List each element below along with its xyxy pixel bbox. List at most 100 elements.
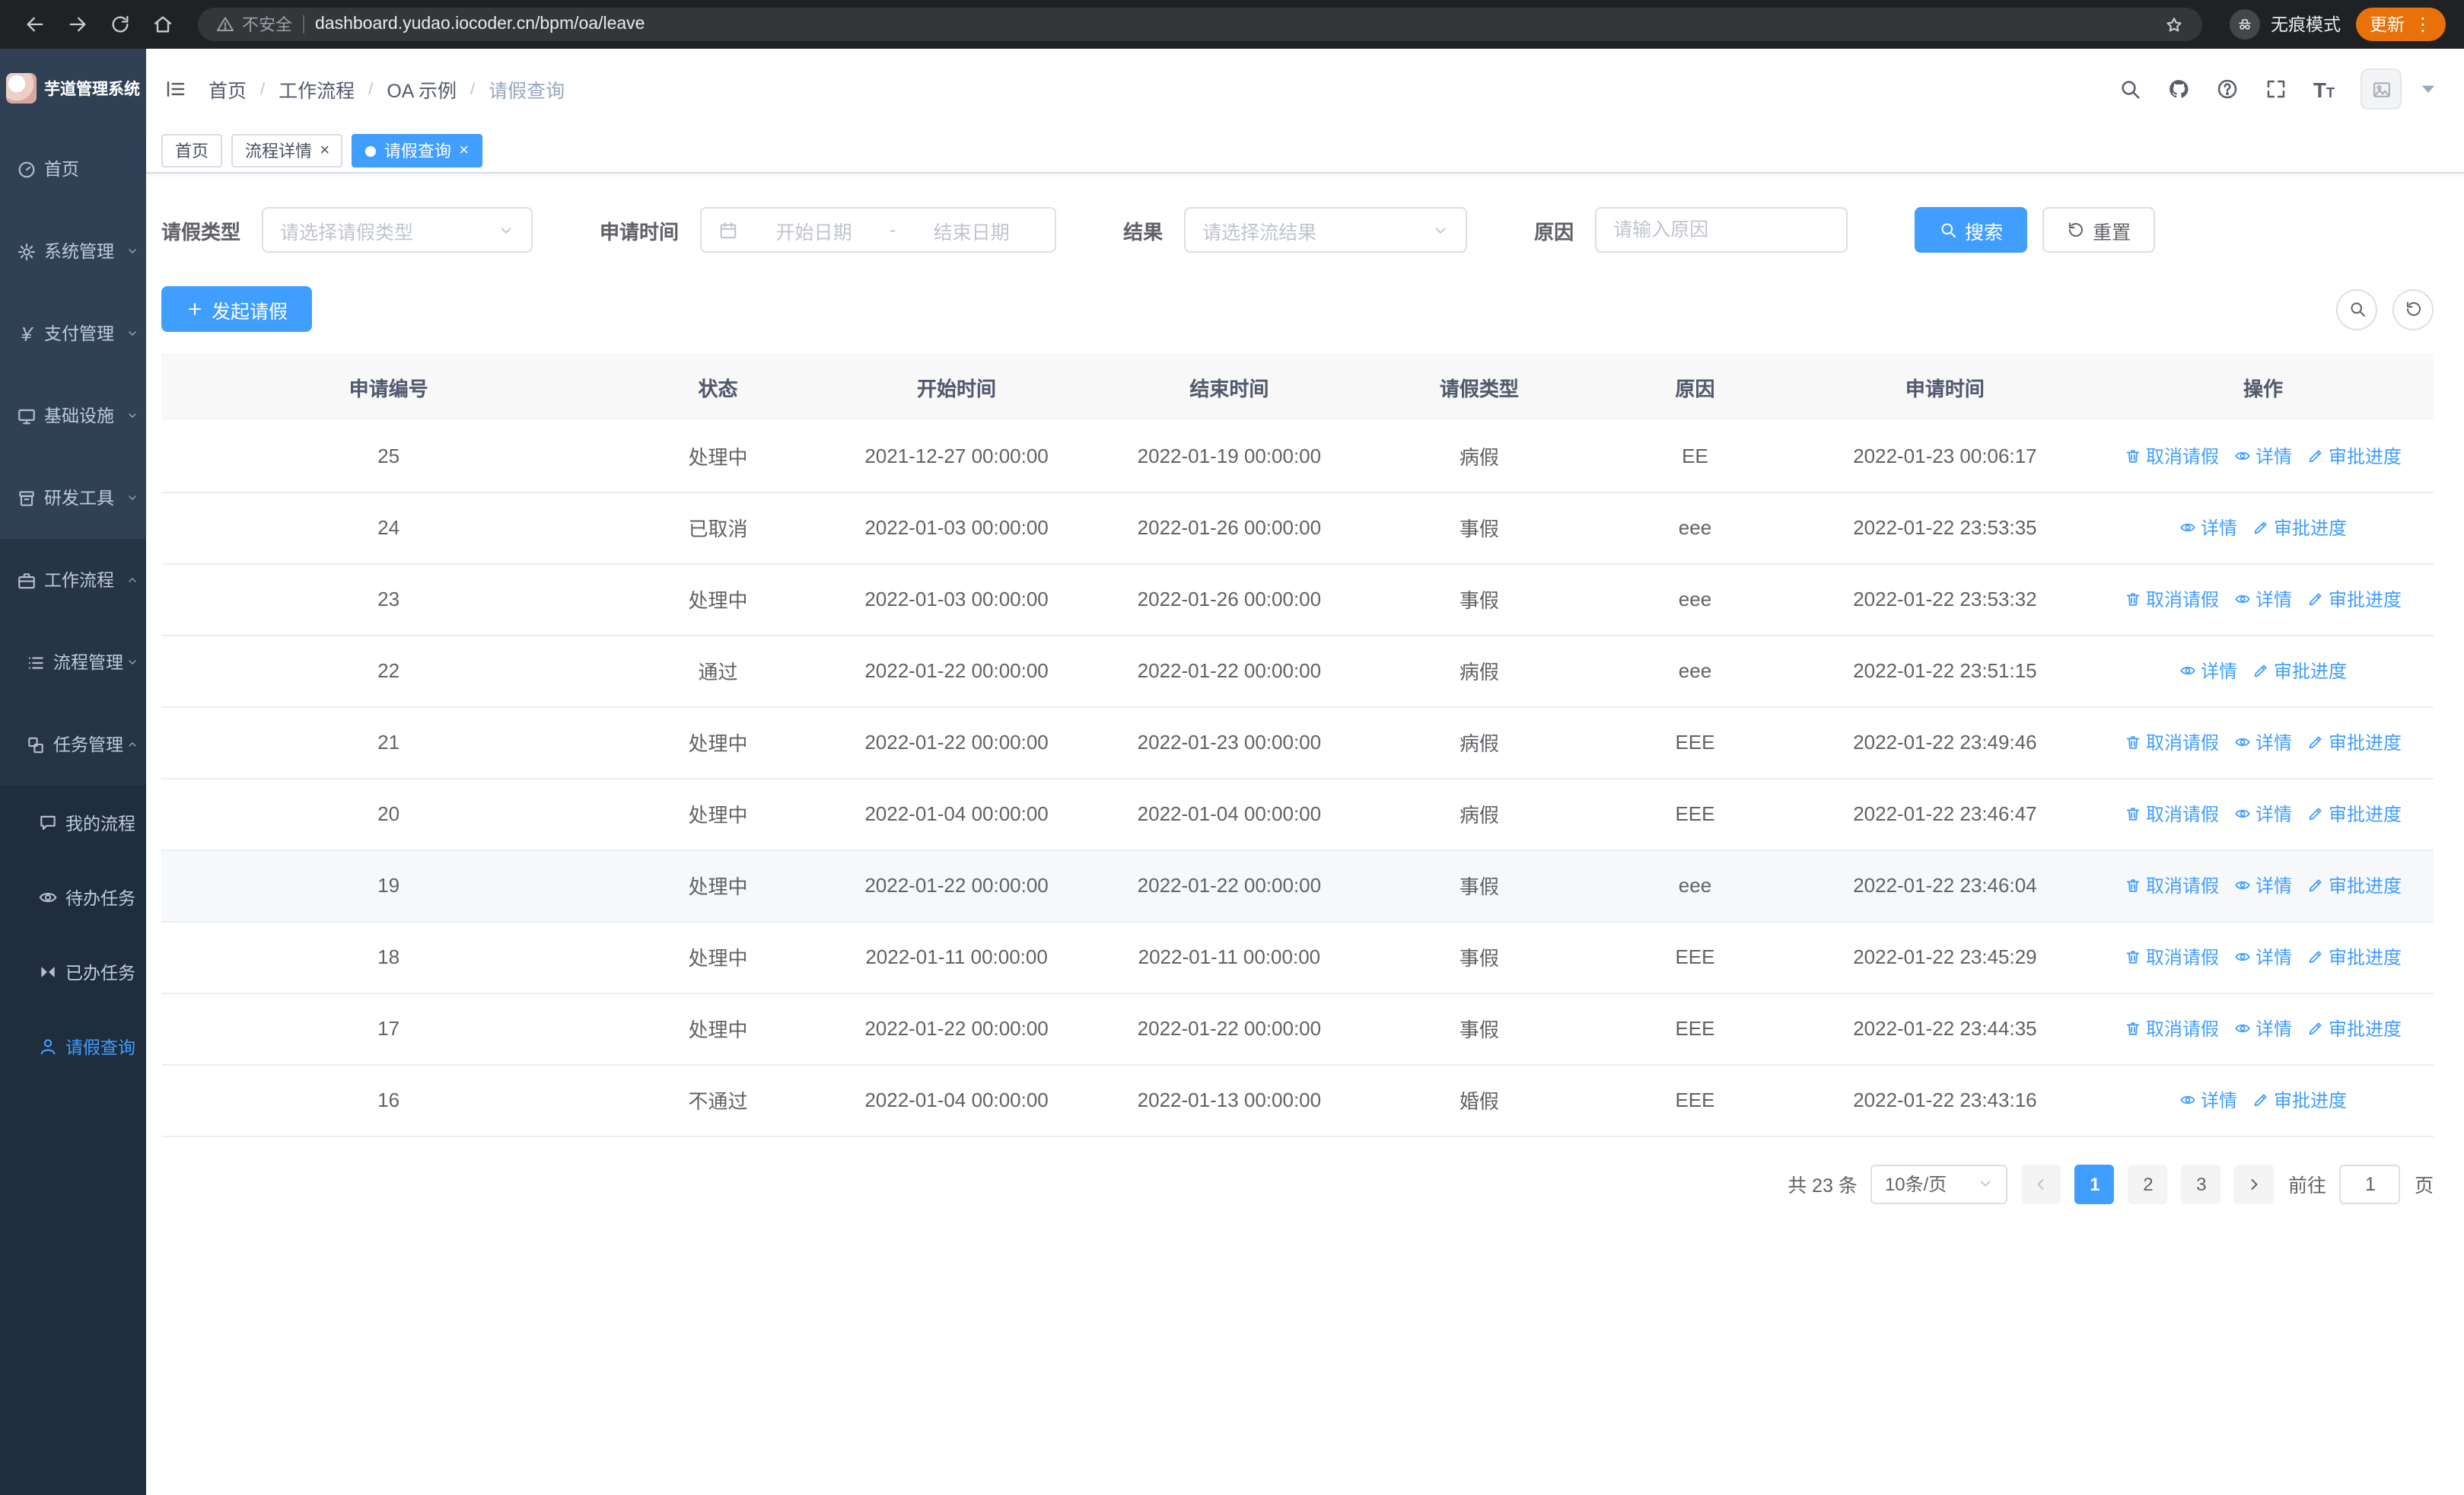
detail-link[interactable]: 详情 [2179, 515, 2237, 540]
sidebar-item-devtools[interactable]: 研发工具 [0, 457, 146, 539]
detail-link[interactable]: 详情 [2179, 658, 2237, 684]
reset-button[interactable]: 重置 [2042, 207, 2156, 253]
cancel-leave-link[interactable]: 取消请假 [2125, 586, 2219, 612]
page-size-select[interactable]: 10条/页 [1870, 1164, 2008, 1203]
sidebar-item-process-mgmt[interactable]: 流程管理 [0, 621, 146, 703]
detail-link[interactable]: 详情 [2234, 1015, 2292, 1041]
help-icon[interactable] [2216, 78, 2239, 100]
breadcrumb-workflow[interactable]: 工作流程 [279, 75, 355, 104]
breadcrumb-oa-example[interactable]: OA 示例 [387, 75, 457, 104]
action-label: 审批进度 [2329, 947, 2402, 968]
tab-leave-query[interactable]: 请假查询 × [352, 134, 482, 167]
cell-apply: 2022-01-22 23:44:35 [1797, 993, 2093, 1065]
browser-reload-button[interactable] [100, 5, 140, 44]
approval-progress-link[interactable]: 审批进度 [2252, 658, 2347, 684]
approval-progress-link[interactable]: 审批进度 [2307, 729, 2402, 755]
approval-progress-link[interactable]: 审批进度 [2307, 443, 2402, 469]
user-avatar[interactable] [2361, 69, 2402, 110]
page-button-3[interactable]: 3 [2181, 1164, 2221, 1203]
create-leave-button[interactable]: 发起请假 [161, 286, 313, 332]
edit-icon [2252, 662, 2269, 679]
sidebar-item-todo-tasks[interactable]: 待办任务 [0, 860, 146, 935]
edit-icon [2307, 448, 2324, 464]
refresh-table-button[interactable] [2392, 288, 2434, 330]
detail-link[interactable]: 详情 [2234, 729, 2292, 755]
cancel-leave-link[interactable]: 取消请假 [2125, 443, 2219, 469]
page-button-1[interactable]: 1 [2074, 1164, 2115, 1203]
sidebar-item-payment[interactable]: ¥ 支付管理 [0, 292, 146, 375]
sidebar-item-infrastructure[interactable]: 基础设施 [0, 375, 146, 457]
sidebar-item-done-tasks[interactable]: 已办任务 [0, 935, 146, 1009]
eye-icon [38, 888, 58, 907]
detail-link[interactable]: 详情 [2234, 801, 2292, 827]
search-button[interactable]: 搜索 [1915, 207, 2028, 253]
result-select[interactable]: 请选择流结果 [1184, 207, 1468, 253]
sidebar-item-leave-query[interactable]: 请假查询 [0, 1009, 146, 1084]
cell-end: 2022-01-23 00:00:00 [1093, 706, 1366, 779]
github-icon[interactable] [2167, 78, 2190, 100]
app-logo[interactable]: 芋道管理系统 [0, 49, 146, 128]
sidebar-item-system[interactable]: 系统管理 [0, 210, 146, 292]
leave-type-select[interactable]: 请选择请假类型 [262, 207, 533, 253]
detail-link[interactable]: 详情 [2234, 944, 2292, 970]
approval-progress-link[interactable]: 审批进度 [2307, 586, 2402, 612]
cell-type: 事假 [1365, 921, 1593, 993]
detail-link[interactable]: 详情 [2234, 872, 2292, 898]
detail-link[interactable]: 详情 [2179, 1087, 2237, 1113]
tab-close-icon[interactable]: × [320, 142, 329, 159]
header-search-icon[interactable] [2119, 78, 2141, 100]
sidebar-toggle[interactable] [164, 78, 187, 100]
trash-icon [2125, 1020, 2141, 1037]
action-label: 详情 [2255, 804, 2292, 825]
browser-forward-button[interactable] [58, 5, 97, 44]
browser-menu-dots-icon[interactable]: ⋮ [2414, 14, 2432, 35]
sidebar-item-task-mgmt[interactable]: 任务管理 [0, 703, 146, 786]
breadcrumb-home[interactable]: 首页 [209, 75, 247, 104]
detail-link[interactable]: 详情 [2234, 443, 2292, 469]
toggle-search-button[interactable] [2336, 288, 2377, 330]
tab-close-icon[interactable]: × [459, 142, 469, 159]
reason-input[interactable] [1595, 207, 1848, 253]
avatar-caret-icon[interactable] [2417, 78, 2440, 100]
browser-home-button[interactable] [143, 5, 183, 44]
fullscreen-icon[interactable] [2265, 78, 2287, 100]
sidebar-item-workflow[interactable]: 工作流程 [0, 539, 146, 621]
sidebar-item-my-process[interactable]: 我的流程 [0, 786, 146, 860]
table-row: 21 处理中 2022-01-22 00:00:00 2022-01-23 00:00… [161, 706, 2434, 779]
security-status[interactable]: 不安全 [216, 12, 292, 37]
approval-progress-link[interactable]: 审批进度 [2252, 1087, 2347, 1113]
cell-reason: eee [1593, 850, 1797, 922]
cancel-leave-link[interactable]: 取消请假 [2125, 1015, 2219, 1041]
approval-progress-link[interactable]: 审批进度 [2307, 872, 2402, 898]
detail-link[interactable]: 详情 [2234, 586, 2292, 612]
approval-progress-link[interactable]: 审批进度 [2307, 801, 2402, 827]
cancel-leave-link[interactable]: 取消请假 [2125, 944, 2219, 970]
sidebar-item-home[interactable]: 首页 [0, 128, 146, 210]
approval-progress-link[interactable]: 审批进度 [2307, 1015, 2402, 1041]
apply-time-range-picker[interactable]: 开始日期 - 结束日期 [700, 207, 1057, 253]
column-header: 操作 [2093, 353, 2434, 420]
browser-back-button[interactable] [15, 5, 55, 44]
prev-page-button[interactable] [2021, 1164, 2061, 1203]
cell-type: 病假 [1365, 706, 1593, 779]
list-icon [26, 652, 46, 672]
goto-page-input[interactable] [2339, 1164, 2401, 1203]
approval-progress-link[interactable]: 审批进度 [2307, 944, 2402, 970]
table-row: 23 处理中 2022-01-03 00:00:00 2022-01-26 00:00… [161, 563, 2434, 636]
next-page-button[interactable] [2234, 1164, 2275, 1203]
bookmark-star-icon[interactable] [2164, 14, 2184, 34]
cancel-leave-link[interactable]: 取消请假 [2125, 872, 2219, 898]
page-button-2[interactable]: 2 [2128, 1164, 2168, 1203]
address-bar[interactable]: 不安全 dashboard.yudao.iocoder.cn/bpm/oa/le… [198, 8, 2202, 41]
sidebar-item-label: 首页 [44, 161, 79, 180]
browser-update-button[interactable]: 更新 ⋮ [2356, 8, 2446, 41]
tab-label: 流程详情 [245, 143, 312, 161]
cell-type: 婚假 [1365, 1064, 1593, 1136]
tab-process-detail[interactable]: 流程详情 × [231, 134, 343, 167]
cancel-leave-link[interactable]: 取消请假 [2125, 729, 2219, 755]
cancel-leave-link[interactable]: 取消请假 [2125, 801, 2219, 827]
font-size-icon[interactable]: TT [2313, 78, 2335, 100]
eye-icon [2234, 591, 2251, 607]
tab-home[interactable]: 首页 [161, 134, 222, 167]
approval-progress-link[interactable]: 审批进度 [2252, 515, 2347, 540]
